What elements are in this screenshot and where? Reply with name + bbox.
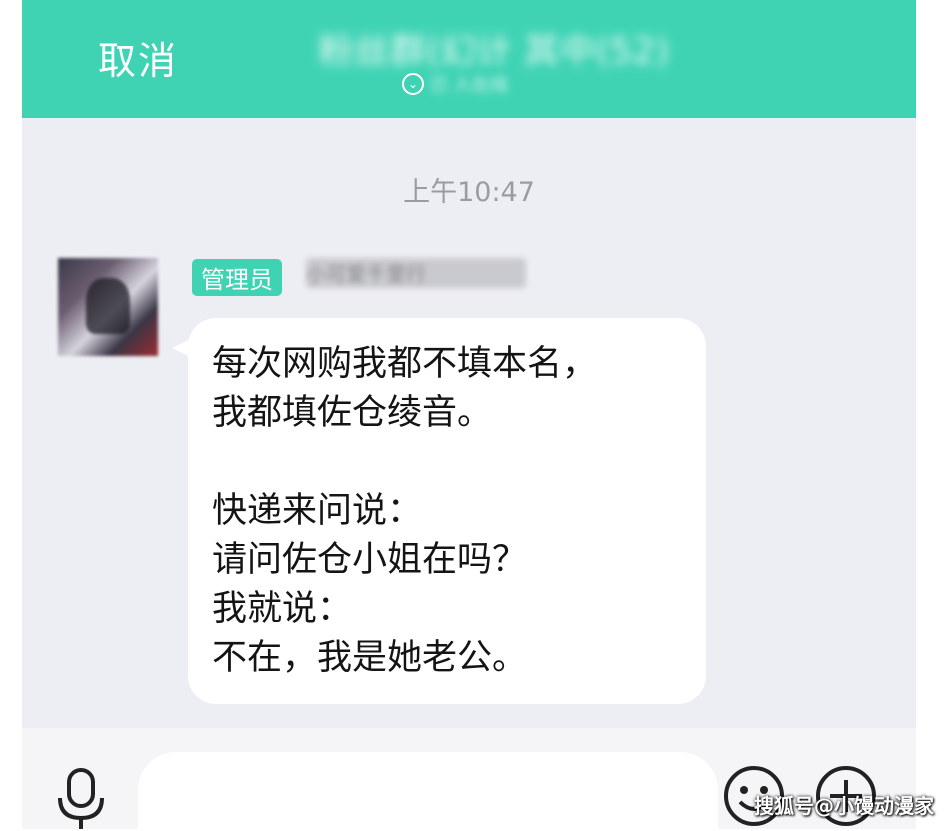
message-text: 每次网购我都不填本名， 我都填佐仓绫音。 快递来问说： 请问佐仓小姐在吗？ 我就… — [212, 344, 598, 678]
avatar-figure — [86, 278, 130, 334]
sender-name[interactable]: 小可爱千里行 — [306, 258, 526, 288]
group-subtitle[interactable]: ⌄ 已 人在线 — [402, 72, 508, 96]
microphone-icon[interactable] — [56, 768, 106, 829]
group-subtitle-text: 已 人在线 — [430, 75, 508, 96]
admin-badge: 管理员 — [192, 259, 282, 296]
message-input[interactable] — [138, 752, 718, 831]
chevron-down-icon: ⌄ — [402, 73, 424, 95]
group-title: 粉丝群(幻计 其中(52) — [318, 31, 670, 72]
watermark: 搜狐号@小馒动漫家 — [754, 794, 934, 818]
message-timestamp: 上午10:47 — [403, 177, 535, 208]
cancel-button[interactable]: 取消 — [98, 30, 178, 85]
chat-screen: 取消 粉丝群(幻计 其中(52) ⌄ 已 人在线 上午10:47 管理员 小可爱… — [22, 0, 916, 831]
chat-header: 取消 粉丝群(幻计 其中(52) ⌄ 已 人在线 — [22, 0, 916, 118]
avatar[interactable] — [58, 258, 158, 356]
